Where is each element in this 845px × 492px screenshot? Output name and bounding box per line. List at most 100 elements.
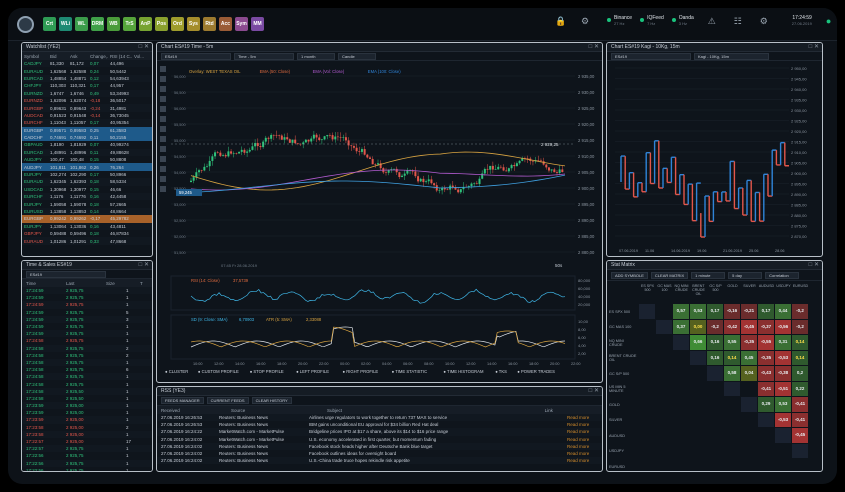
chart-type-selector[interactable]: Candle bbox=[338, 52, 376, 60]
matrix-cell[interactable] bbox=[707, 413, 723, 428]
rss-link[interactable]: Read more bbox=[567, 437, 597, 442]
matrix-cell[interactable]: 0,2 bbox=[792, 366, 808, 381]
measure-icon[interactable] bbox=[160, 126, 166, 132]
settings-icon[interactable]: ⚙ bbox=[581, 16, 591, 26]
watchlist-row[interactable]: EURGBP 0,89571 0,89583 0,25 61,3583 bbox=[22, 126, 152, 134]
column-header[interactable]: Ask bbox=[68, 54, 88, 59]
price-chart[interactable]: 2 935,00 56,000 2 930,00 56,500 2 925,00 56,0… bbox=[157, 62, 602, 374]
watchlist-row[interactable]: EURGBP 0,89631 0,89643 -0,24 31,4981 bbox=[22, 104, 152, 112]
add-symbol-button[interactable]: ADD SYMBOLE bbox=[611, 271, 648, 279]
interval-selector[interactable]: 1 minute bbox=[691, 271, 726, 279]
rss-row[interactable]: 27.06.2019 16:26:53 Reuters: Business New… bbox=[157, 414, 602, 422]
matrix-cell[interactable] bbox=[707, 444, 723, 459]
matrix-cell[interactable] bbox=[741, 459, 757, 471]
matrix-cell[interactable]: 0,14 bbox=[792, 350, 808, 365]
watchlist-row[interactable]: EURAUD 1,62568 1,62588 0,24 50,5442 bbox=[22, 67, 152, 75]
matrix-cell[interactable] bbox=[673, 428, 689, 443]
app-logo-icon[interactable] bbox=[17, 16, 34, 33]
column-header[interactable]: Time bbox=[22, 281, 62, 286]
watchlist-row[interactable]: CADJPY 81,330 81,172 0,07 44,496 bbox=[22, 60, 152, 68]
settings-icon[interactable] bbox=[160, 166, 166, 172]
rss-row[interactable]: 27.06.2019 16:26:53 Reuters: Business New… bbox=[157, 421, 602, 429]
trash-icon[interactable] bbox=[160, 156, 166, 162]
watchlist-row[interactable]: EURJPY 102,274 102,290 0,17 50,8966 bbox=[22, 170, 152, 179]
user-icon[interactable]: ● bbox=[826, 16, 836, 26]
matrix-cell[interactable] bbox=[741, 413, 757, 428]
matrix-cell[interactable] bbox=[707, 397, 723, 412]
window-controls-icon[interactable]: □ ✕ bbox=[589, 387, 599, 396]
watchlist-row[interactable]: EURJPY 1,13064 1,13036 0,16 43,4811 bbox=[22, 222, 152, 230]
rss-link[interactable]: Read more bbox=[567, 429, 597, 434]
matrix-cell[interactable]: -0,42 bbox=[724, 319, 740, 334]
matrix-cell[interactable]: -0,38 bbox=[775, 366, 791, 381]
matrix-cell[interactable] bbox=[775, 459, 791, 471]
workspace-button-rtd[interactable]: Rtd bbox=[203, 17, 216, 31]
matrix-cell[interactable]: 0,14 bbox=[724, 350, 740, 365]
indicator-legend[interactable]: EMA (100: Close) bbox=[368, 69, 401, 74]
matrix-cell[interactable] bbox=[656, 459, 672, 471]
matrix-cell[interactable]: 0,00 bbox=[690, 319, 706, 334]
matrix-cell[interactable] bbox=[758, 459, 774, 471]
matrix-cell[interactable]: -0,16 bbox=[724, 304, 740, 319]
watchlist-row[interactable]: EURCAD 1,48854 1,48871 0,12 54,63943 bbox=[22, 74, 152, 83]
range-selector[interactable]: 1 month bbox=[297, 52, 335, 60]
column-header[interactable]: Received bbox=[157, 408, 227, 413]
matrix-cell[interactable]: -0,51 bbox=[775, 381, 791, 396]
matrix-cell[interactable] bbox=[673, 397, 689, 412]
rss-row[interactable]: 27.06.2019 16:24:02 Reuters: Business New… bbox=[157, 457, 602, 465]
indicator-legend[interactable]: EMA (Vol: Close) bbox=[313, 69, 345, 74]
matrix-cell[interactable] bbox=[656, 444, 672, 459]
mode-tab[interactable]: ● TIME HISTOGRAM bbox=[443, 369, 484, 374]
matrix-cell[interactable] bbox=[707, 428, 723, 443]
workspace-button-sym[interactable]: Sym bbox=[235, 17, 248, 31]
draw-line-icon[interactable] bbox=[160, 96, 166, 102]
feed-iqfeed[interactable]: IQFeed 7 Hz bbox=[640, 15, 664, 26]
matrix-cell[interactable]: -0,56 bbox=[775, 319, 791, 334]
matrix-cell[interactable]: 0,16 bbox=[707, 335, 723, 350]
matrix-cell[interactable]: -0,37 bbox=[758, 319, 774, 334]
matrix-cell[interactable] bbox=[724, 444, 740, 459]
window-controls-icon[interactable]: □ ✕ bbox=[589, 43, 599, 52]
kagi-chart[interactable]: 2 950,00 2 945,00 2 940,00 2 935,00 2 930,00… bbox=[607, 62, 822, 256]
matrix-cell[interactable] bbox=[724, 459, 740, 471]
column-header[interactable]: Bid bbox=[48, 54, 68, 59]
rss-row[interactable]: 27.06.2019 16:24:22 MarketWatch.com - Mar… bbox=[157, 428, 602, 436]
mode-tab[interactable]: ● TIME STATISTIC bbox=[392, 369, 428, 374]
workspace-button-drm[interactable]: DRM bbox=[91, 17, 104, 31]
matrix-cell[interactable]: 0,37 bbox=[673, 319, 689, 334]
workspace-button-wl[interactable]: WL bbox=[75, 17, 88, 31]
column-header[interactable]: Last bbox=[62, 281, 102, 286]
workspace-button-ord[interactable]: Ord bbox=[171, 17, 184, 31]
feed-binance[interactable]: Binance 27 Hz bbox=[607, 15, 632, 26]
matrix-cell[interactable] bbox=[656, 428, 672, 443]
matrix-cell[interactable]: -0,41 bbox=[792, 397, 808, 412]
rss-link[interactable]: Read more bbox=[567, 422, 597, 427]
matrix-cell[interactable]: -0,35 bbox=[758, 350, 774, 365]
matrix-cell[interactable]: 0,58 bbox=[724, 366, 740, 381]
matrix-cell[interactable] bbox=[724, 397, 740, 412]
bell-icon[interactable]: ⚠ bbox=[708, 16, 718, 26]
zoom-icon[interactable] bbox=[160, 86, 166, 92]
matrix-cell[interactable] bbox=[724, 428, 740, 443]
matrix-cell[interactable] bbox=[690, 444, 706, 459]
gear-icon[interactable]: ⚙ bbox=[760, 16, 770, 26]
watchlist-row[interactable]: GBPJPY 0,59488 0,59496 0,18 46,87834 bbox=[22, 229, 152, 238]
watchlist-row[interactable]: EURNZD 1,62096 1,62074 -0,18 36,5017 bbox=[22, 96, 152, 105]
workspace-button-wb[interactable]: WB bbox=[107, 17, 120, 31]
matrix-cell[interactable]: -0,53 bbox=[775, 412, 791, 427]
mode-tab[interactable]: ● LEFT PROFILE bbox=[296, 369, 329, 374]
column-header[interactable]: RSI (14 C... bbox=[108, 54, 132, 59]
matrix-cell[interactable]: -0,53 bbox=[775, 350, 791, 365]
column-header[interactable]: Source bbox=[227, 408, 323, 413]
matrix-cell[interactable]: 0,17 bbox=[758, 304, 774, 319]
period-selector[interactable]: 5 day bbox=[728, 271, 763, 279]
text-tool-icon[interactable] bbox=[160, 116, 166, 122]
matrix-cell[interactable] bbox=[707, 459, 723, 471]
column-header[interactable]: Size bbox=[102, 281, 136, 286]
feeds-manager-button[interactable]: FEEDS MANAGER bbox=[161, 397, 204, 404]
matrix-cell[interactable]: 0,29 bbox=[758, 397, 774, 412]
matrix-cell[interactable] bbox=[690, 382, 706, 397]
window-controls-icon[interactable]: □ ✕ bbox=[139, 261, 149, 270]
symbol-selector[interactable]: ES#19 bbox=[161, 52, 231, 60]
layout-grid-icon[interactable]: ☷ bbox=[734, 16, 744, 26]
